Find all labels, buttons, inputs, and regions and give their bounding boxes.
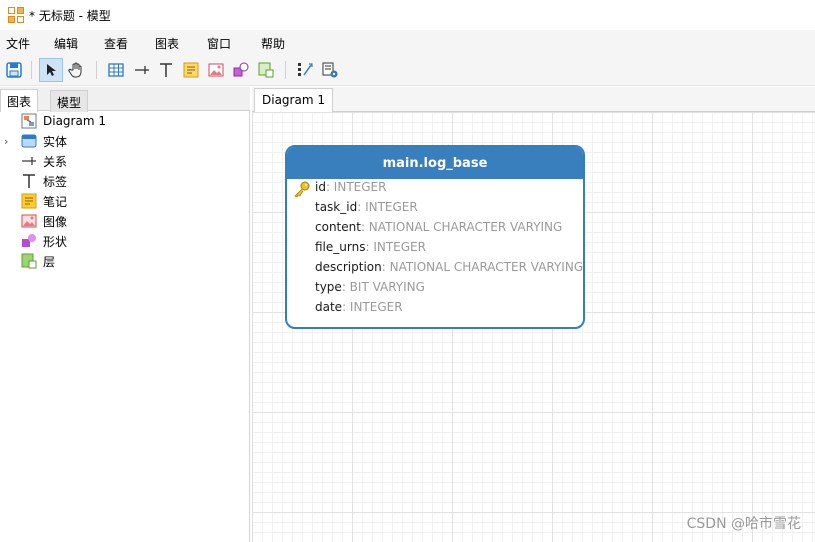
table-icon[interactable] (104, 58, 128, 82)
tab-diagram[interactable]: 图表 (0, 89, 39, 112)
tree-item-entity[interactable]: › 实体 (0, 131, 248, 151)
tree-item-relation[interactable]: 关系 (0, 151, 248, 171)
layer-icon[interactable] (254, 58, 278, 82)
tree-item-layer[interactable]: 层 (0, 251, 248, 271)
menu-help[interactable]: 帮助 (261, 35, 285, 52)
menu-window[interactable]: 窗口 (207, 35, 231, 52)
menu-diagram[interactable]: 图表 (155, 35, 179, 52)
image-icon[interactable] (204, 58, 228, 82)
save-icon[interactable] (2, 58, 26, 82)
left-panel-tabs: 图表 模型 (0, 87, 250, 112)
tree-item-note[interactable]: 笔记 (0, 191, 248, 211)
entity-title: main.log_base (287, 147, 583, 179)
tree-item-diagram-1[interactable]: Diagram 1 (0, 111, 248, 131)
menu-edit[interactable]: 编辑 (54, 35, 78, 52)
menu-file[interactable]: 文件 (6, 35, 30, 52)
relation-icon (21, 153, 37, 169)
field-row[interactable]: id: INTEGER (315, 180, 386, 194)
field-row[interactable]: description: NATIONAL CHARACTER VARYING (315, 260, 583, 274)
window-title: * 无标题 - 模型 (29, 8, 111, 23)
tree-item-label[interactable]: 标签 (0, 171, 248, 191)
shape-icon[interactable] (229, 58, 253, 82)
primary-key-icon (293, 180, 311, 198)
field-row[interactable]: file_urns: INTEGER (315, 240, 426, 254)
title-bar: * 无标题 - 模型 (0, 0, 815, 30)
layer-icon (21, 253, 37, 269)
menu-view[interactable]: 查看 (104, 35, 128, 52)
tab-model[interactable]: 模型 (50, 90, 89, 112)
field-row[interactable]: task_id: INTEGER (315, 200, 418, 214)
tree-item-image[interactable]: 图像 (0, 211, 248, 231)
toolbar (0, 55, 815, 86)
tab-diagram-1[interactable]: Diagram 1 (254, 88, 333, 112)
field-row[interactable]: content: NATIONAL CHARACTER VARYING (315, 220, 562, 234)
diagram-tabs: Diagram 1 (252, 87, 815, 112)
diagram-icon (21, 113, 37, 129)
relation-icon[interactable] (130, 58, 154, 82)
chevron-right-icon[interactable]: › (4, 135, 8, 148)
field-row[interactable]: date: INTEGER (315, 300, 403, 314)
label-icon[interactable] (154, 58, 178, 82)
app-icon (8, 7, 24, 23)
hand-icon[interactable] (65, 58, 89, 82)
shape-icon (21, 233, 37, 249)
left-panel: 图表 模型 Diagram 1 › 实体 关系 标签 笔记 图像 形状 层 (0, 87, 250, 542)
note-icon (21, 193, 37, 209)
entity-icon (21, 133, 37, 149)
note-icon[interactable] (179, 58, 203, 82)
settings-icon[interactable] (318, 58, 342, 82)
label-icon (21, 173, 37, 189)
field-row[interactable]: type: BIT VARYING (315, 280, 425, 294)
menu-bar: 文件 编辑 查看 图表 窗口 帮助 (0, 30, 815, 55)
image-icon (21, 213, 37, 229)
entity-box[interactable]: main.log_base id: INTEGER task_id: INTEG… (285, 145, 585, 329)
pointer-icon[interactable] (39, 58, 63, 82)
auto-layout-icon[interactable] (293, 58, 317, 82)
tree-item-shape[interactable]: 形状 (0, 231, 248, 251)
watermark: CSDN @哈市雪花 (686, 516, 801, 532)
